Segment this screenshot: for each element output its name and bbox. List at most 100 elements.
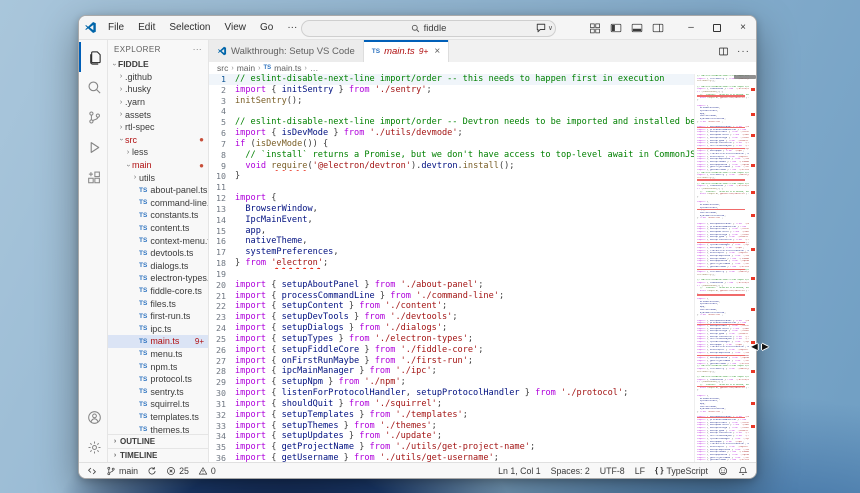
code-line-24[interactable]: 24import { setupDialogs } from './dialog… — [209, 323, 694, 334]
chat-dropdown-button[interactable]: ∨ — [535, 22, 553, 34]
file-main.ts[interactable]: TSmain.ts9+ — [108, 335, 208, 348]
code-line-8[interactable]: 8 // `install` returns a Promise, but we… — [209, 150, 694, 161]
code-line-2[interactable]: 2import { initSentry } from './sentry'; — [209, 85, 694, 96]
code-line-7[interactable]: 7if (isDevMode()) { — [209, 139, 694, 150]
code-line-27[interactable]: 27import { onFirstRunMaybe } from './fir… — [209, 356, 694, 367]
file-context-menu.ts[interactable]: TScontext-menu.ts — [108, 234, 208, 247]
activitybar-search[interactable] — [79, 72, 108, 102]
file-fiddle-core.ts[interactable]: TSfiddle-core.ts — [108, 285, 208, 298]
file-menu.ts[interactable]: TSmenu.ts — [108, 348, 208, 361]
minimize-button[interactable]: – — [678, 16, 704, 39]
status-lf[interactable]: LF — [635, 466, 645, 476]
breadcrumb-item-src[interactable]: src — [217, 63, 228, 73]
close-button[interactable]: × — [730, 16, 756, 39]
code-line-35[interactable]: 35import { getProjectName } from './util… — [209, 442, 694, 453]
code-line-18[interactable]: 18} from 'electron'; — [209, 258, 694, 269]
file-sentry.ts[interactable]: TSsentry.ts — [108, 385, 208, 398]
activitybar-settings[interactable] — [79, 432, 108, 462]
activitybar-accounts[interactable] — [79, 402, 108, 432]
menu-selection[interactable]: Selection — [162, 16, 217, 39]
folder-.husky[interactable]: ›.husky — [108, 83, 208, 96]
more-actions-button[interactable]: ··· — [737, 46, 750, 57]
code-line-29[interactable]: 29import { setupNpm } from './npm'; — [209, 377, 694, 388]
menu-edit[interactable]: Edit — [131, 16, 162, 39]
code-line-4[interactable]: 4 — [209, 106, 694, 117]
code-line-6[interactable]: 6import { isDevMode } from './utils/devm… — [209, 128, 694, 139]
file-ipc.ts[interactable]: TSipc.ts — [108, 322, 208, 335]
minimap-slider[interactable] — [734, 75, 756, 79]
code-line-16[interactable]: 16 nativeTheme, — [209, 236, 694, 247]
code-line-25[interactable]: 25import { setupTypes } from './electron… — [209, 334, 694, 345]
code-line-33[interactable]: 33import { setupThemes } from './themes'… — [209, 421, 694, 432]
menu-file[interactable]: File — [101, 16, 131, 39]
code-line-20[interactable]: 20import { setupAboutPanel } from './abo… — [209, 280, 694, 291]
section-timeline[interactable]: ›TIMELINE — [108, 448, 208, 462]
status-utf-8[interactable]: UTF-8 — [600, 466, 625, 476]
activitybar-run-debug[interactable] — [79, 132, 108, 162]
code-line-34[interactable]: 34import { setupUpdates } from './update… — [209, 431, 694, 442]
close-tab-icon[interactable]: × — [434, 46, 440, 57]
explorer-more-button[interactable]: ··· — [193, 45, 202, 54]
file-devtools.ts[interactable]: TSdevtools.ts — [108, 247, 208, 260]
tab-main.ts[interactable]: TSmain.ts9+× — [364, 40, 449, 62]
code-line-10[interactable]: 10} — [209, 171, 694, 182]
folder-src[interactable]: ›src● — [108, 134, 208, 147]
file-npm.ts[interactable]: TSnpm.ts — [108, 360, 208, 373]
file-constants.ts[interactable]: TSconstants.ts — [108, 209, 208, 222]
file-squirrel.ts[interactable]: TSsquirrel.ts — [108, 398, 208, 411]
code-line-1[interactable]: 1// eslint-disable-next-line import/orde… — [209, 74, 694, 85]
status-bell[interactable] — [738, 466, 748, 476]
section-outline[interactable]: ›OUTLINE — [108, 434, 208, 448]
code-line-5[interactable]: 5// eslint-disable-next-line import/orde… — [209, 117, 694, 128]
activitybar-explorer[interactable] — [79, 42, 108, 72]
status-feedback[interactable] — [718, 466, 728, 476]
code-line-26[interactable]: 26import { setupFiddleCore } from './fid… — [209, 345, 694, 356]
menu-go[interactable]: Go — [253, 16, 280, 39]
activitybar-source-control[interactable] — [79, 102, 108, 132]
file-themes.ts[interactable]: TSthemes.ts — [108, 423, 208, 434]
code-line-15[interactable]: 15 app, — [209, 226, 694, 237]
code-line-28[interactable]: 28import { ipcMainManager } from './ipc'… — [209, 366, 694, 377]
file-content.ts[interactable]: TScontent.ts — [108, 222, 208, 235]
minimap[interactable]: // eslint-disable-next-line import/order… — [694, 74, 756, 462]
folder-rtl-spec[interactable]: ›rtl-spec — [108, 121, 208, 134]
status-brackets[interactable]: { }TypeScript — [655, 466, 708, 476]
code-line-9[interactable]: 9 void require('@electron/devtron').devt… — [209, 161, 694, 172]
code-line-22[interactable]: 22import { setupContent } from './conten… — [209, 301, 694, 312]
breadcrumb-item-[interactable]: … — [310, 63, 319, 73]
file-templates.ts[interactable]: TStemplates.ts — [108, 411, 208, 424]
code-line-30[interactable]: 30import { listenForProtocolHandler, set… — [209, 388, 694, 399]
status-spaces-2[interactable]: Spaces: 2 — [551, 466, 590, 476]
folder-less[interactable]: ›less — [108, 146, 208, 159]
code-line-3[interactable]: 3initSentry(); — [209, 96, 694, 107]
status-branch[interactable]: main — [106, 466, 138, 476]
file-command-line.ts[interactable]: TScommand-line.ts — [108, 197, 208, 210]
code-line-11[interactable]: 11 — [209, 182, 694, 193]
folder-fiddle[interactable]: ›FIDDLE — [108, 58, 208, 71]
status-warning[interactable]: 0 — [198, 466, 216, 476]
folder-.github[interactable]: ›.github — [108, 71, 208, 84]
file-dialogs.ts[interactable]: TSdialogs.ts — [108, 260, 208, 273]
code-line-12[interactable]: 12import { — [209, 193, 694, 204]
folder-main[interactable]: ›main● — [108, 159, 208, 172]
folder-.yarn[interactable]: ›.yarn — [108, 96, 208, 109]
code-line-19[interactable]: 19 — [209, 269, 694, 280]
breadcrumb-item-main.ts[interactable]: main.ts — [274, 63, 301, 73]
code-line-21[interactable]: 21import { processCommandLine } from './… — [209, 291, 694, 302]
toggle-secondary-sidebar-icon[interactable] — [652, 22, 664, 34]
toggle-sidebar-icon[interactable] — [610, 22, 622, 34]
breadcrumb-item-main[interactable]: main — [237, 63, 255, 73]
code-line-13[interactable]: 13 BrowserWindow, — [209, 204, 694, 215]
menu-view[interactable]: View — [218, 16, 254, 39]
status-remote[interactable] — [87, 466, 97, 476]
file-files.ts[interactable]: TSfiles.ts — [108, 297, 208, 310]
split-editor-icon[interactable] — [718, 46, 729, 57]
command-center-search[interactable]: fiddle — [301, 20, 556, 37]
activitybar-extensions[interactable] — [79, 162, 108, 192]
status-error[interactable]: 25 — [166, 466, 189, 476]
code-area[interactable]: 1// eslint-disable-next-line import/orde… — [209, 74, 756, 462]
file-electron-types.ts[interactable]: TSelectron-types.ts — [108, 272, 208, 285]
folder-assets[interactable]: ›assets — [108, 108, 208, 121]
folder-utils[interactable]: ›utils — [108, 171, 208, 184]
code-line-23[interactable]: 23import { setupDevTools } from './devto… — [209, 312, 694, 323]
